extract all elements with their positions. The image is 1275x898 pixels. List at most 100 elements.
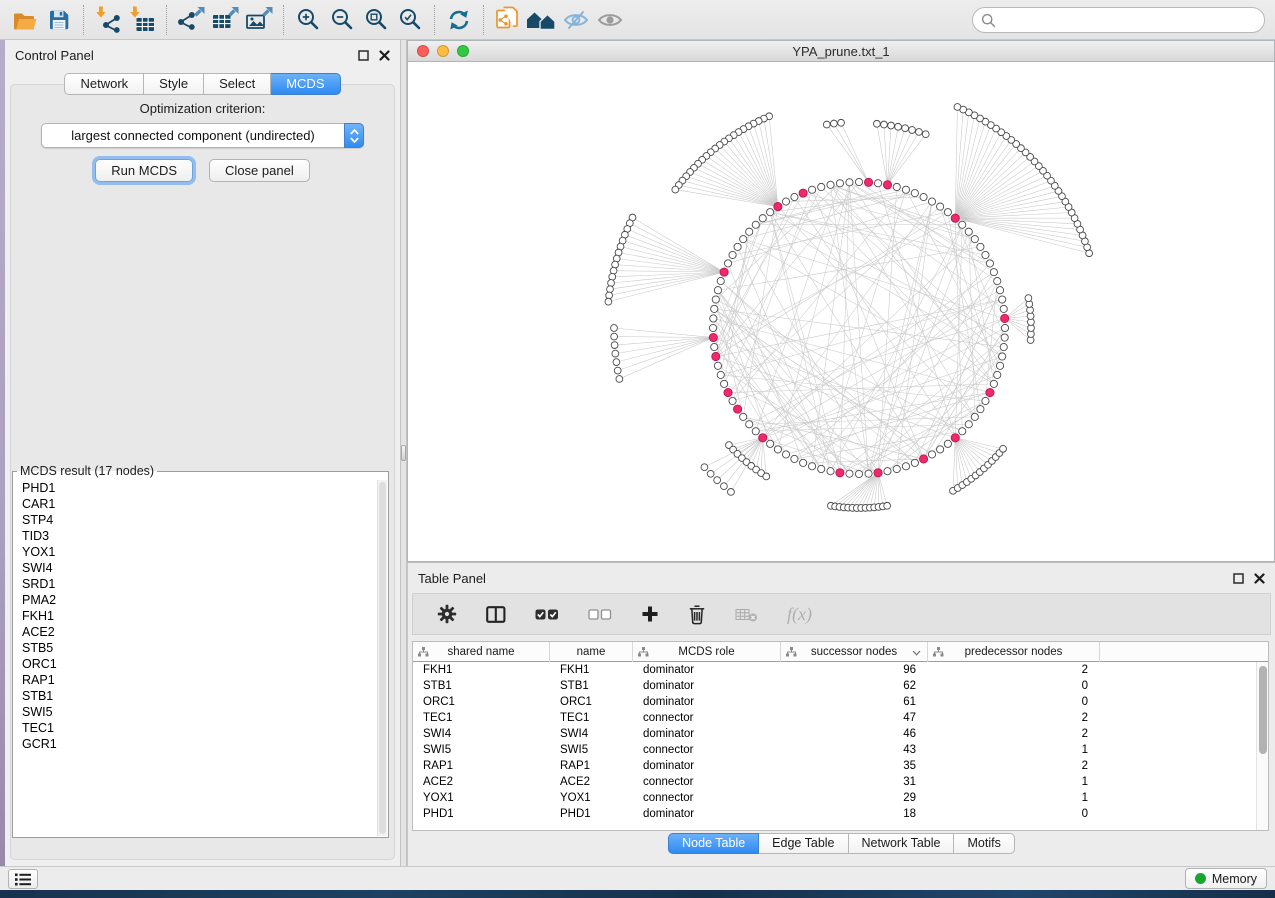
- mcds-result-item[interactable]: FKH1: [14, 608, 377, 624]
- deselect-all-button[interactable]: [588, 609, 612, 620]
- table-row[interactable]: SWI4SWI4dominator462: [413, 726, 1256, 742]
- mcds-result-item[interactable]: STP4: [14, 512, 377, 528]
- tab-motifs[interactable]: Motifs: [954, 833, 1014, 854]
- panel-splitter[interactable]: [400, 40, 407, 866]
- tab-style[interactable]: Style: [144, 73, 204, 95]
- table-scrollbar[interactable]: [1256, 662, 1268, 830]
- status-bar: Memory: [0, 866, 1275, 890]
- column-header-predecessor-nodes[interactable]: predecessor nodes: [928, 642, 1100, 662]
- export-network-button[interactable]: [174, 3, 208, 37]
- delete-row-button[interactable]: [688, 604, 706, 625]
- export-table-button[interactable]: [208, 3, 242, 37]
- first-neighbors-button[interactable]: [525, 3, 559, 37]
- cell-predecessor-nodes: 0: [928, 678, 1100, 694]
- tab-network-table[interactable]: Network Table: [849, 833, 955, 854]
- table-row[interactable]: ORC1ORC1dominator610: [413, 694, 1256, 710]
- tab-edge-table[interactable]: Edge Table: [759, 833, 848, 854]
- float-panel-icon[interactable]: [358, 50, 369, 61]
- mcds-result-item[interactable]: SRD1: [14, 576, 377, 592]
- mcds-result-item[interactable]: SWI4: [14, 560, 377, 576]
- cell-MCDS-role: connector: [633, 742, 781, 758]
- mcds-result-item[interactable]: TEC1: [14, 720, 377, 736]
- mcds-list-scrollbar[interactable]: [377, 480, 387, 836]
- column-header-name[interactable]: name: [550, 642, 633, 662]
- column-header-successor-nodes[interactable]: successor nodes: [781, 642, 928, 662]
- table-panel-tabbar: Node TableEdge TableNetwork TableMotifs: [408, 833, 1275, 854]
- table-row[interactable]: STB1STB1dominator620: [413, 678, 1256, 694]
- search-input[interactable]: [1002, 13, 1256, 28]
- table-row[interactable]: ACE2ACE2connector311: [413, 774, 1256, 790]
- mcds-result-item[interactable]: PMA2: [14, 592, 377, 608]
- mcds-result-item[interactable]: GCR1: [14, 736, 377, 752]
- close-panel-icon[interactable]: [379, 50, 390, 61]
- tab-mcds[interactable]: MCDS: [271, 73, 340, 95]
- save-session-button[interactable]: [42, 3, 76, 37]
- cell-shared-name: ORC1: [413, 694, 550, 710]
- mcds-result-item[interactable]: STB1: [14, 688, 377, 704]
- import-network-button[interactable]: [91, 3, 125, 37]
- cell-shared-name: TEC1: [413, 710, 550, 726]
- splitter-handle-icon[interactable]: [401, 445, 406, 461]
- checked-boxes-icon: [535, 609, 559, 620]
- mcds-result-item[interactable]: TID3: [14, 528, 377, 544]
- export-image-button[interactable]: [242, 3, 276, 37]
- import-table-button[interactable]: [125, 3, 159, 37]
- duplicate-network-button[interactable]: [491, 3, 525, 37]
- table-row[interactable]: PHD1PHD1dominator180: [413, 806, 1256, 822]
- mcds-result-item[interactable]: PHD1: [14, 480, 377, 496]
- toolbar-separator: [166, 5, 167, 35]
- add-row-button[interactable]: [641, 605, 659, 623]
- show-all-button[interactable]: [593, 3, 627, 37]
- optimization-criterion-dropdown[interactable]: largest connected component (undirected): [41, 123, 364, 148]
- tab-select[interactable]: Select: [204, 73, 271, 95]
- network-graph[interactable]: [408, 62, 1274, 561]
- refresh-view-button[interactable]: [442, 3, 476, 37]
- table-toolbar: f(x): [412, 593, 1271, 635]
- zoom-selected-button[interactable]: [393, 3, 427, 37]
- tab-network[interactable]: Network: [64, 73, 144, 95]
- mcds-result-item[interactable]: STB5: [14, 640, 377, 656]
- network-window-titlebar[interactable]: YPA_prune.txt_1: [408, 41, 1274, 62]
- zoom-out-button[interactable]: [325, 3, 359, 37]
- show-columns-button[interactable]: [486, 606, 506, 623]
- function-builder-button[interactable]: f(x): [787, 604, 812, 625]
- mcds-result-item[interactable]: RAP1: [14, 672, 377, 688]
- delete-table-button[interactable]: [735, 607, 758, 622]
- show-panels-button[interactable]: [8, 869, 38, 889]
- run-mcds-button[interactable]: Run MCDS: [95, 159, 193, 182]
- maximize-window-button[interactable]: [457, 45, 469, 57]
- table-row[interactable]: SWI5SWI5connector431: [413, 742, 1256, 758]
- close-window-button[interactable]: [417, 45, 429, 57]
- close-panel-icon[interactable]: [1254, 573, 1265, 584]
- cell-successor-nodes: 47: [781, 710, 928, 726]
- tab-node-table[interactable]: Node Table: [668, 833, 759, 854]
- cell-MCDS-role: dominator: [633, 726, 781, 742]
- select-all-button[interactable]: [535, 609, 559, 620]
- cell-successor-nodes: 62: [781, 678, 928, 694]
- scrollbar-thumb[interactable]: [1259, 666, 1267, 754]
- float-panel-icon[interactable]: [1233, 573, 1244, 584]
- mcds-result-item[interactable]: YOX1: [14, 544, 377, 560]
- hide-selected-button[interactable]: [559, 3, 593, 37]
- close-panel-button[interactable]: Close panel: [209, 159, 310, 182]
- minimize-window-button[interactable]: [437, 45, 449, 57]
- column-header-shared-name[interactable]: shared name: [413, 642, 550, 662]
- table-row[interactable]: RAP1RAP1dominator352: [413, 758, 1256, 774]
- table-row[interactable]: FKH1FKH1dominator962: [413, 662, 1256, 678]
- unchecked-boxes-icon: [588, 609, 612, 620]
- mcds-result-item[interactable]: SWI5: [14, 704, 377, 720]
- mcds-result-item[interactable]: CAR1: [14, 496, 377, 512]
- table-options-button[interactable]: [437, 604, 457, 624]
- zoom-in-button[interactable]: [291, 3, 325, 37]
- column-header-MCDS-role[interactable]: MCDS role: [633, 642, 781, 662]
- memory-button-label: Memory: [1212, 872, 1257, 886]
- mcds-result-item[interactable]: ACE2: [14, 624, 377, 640]
- table-row[interactable]: TEC1TEC1connector472: [413, 710, 1256, 726]
- open-file-button[interactable]: [8, 3, 42, 37]
- search-box[interactable]: [972, 7, 1265, 33]
- memory-button[interactable]: Memory: [1185, 868, 1267, 889]
- mcds-result-item[interactable]: ORC1: [14, 656, 377, 672]
- table-row[interactable]: YOX1YOX1connector291: [413, 790, 1256, 806]
- network-canvas[interactable]: [408, 62, 1274, 561]
- zoom-fit-button[interactable]: [359, 3, 393, 37]
